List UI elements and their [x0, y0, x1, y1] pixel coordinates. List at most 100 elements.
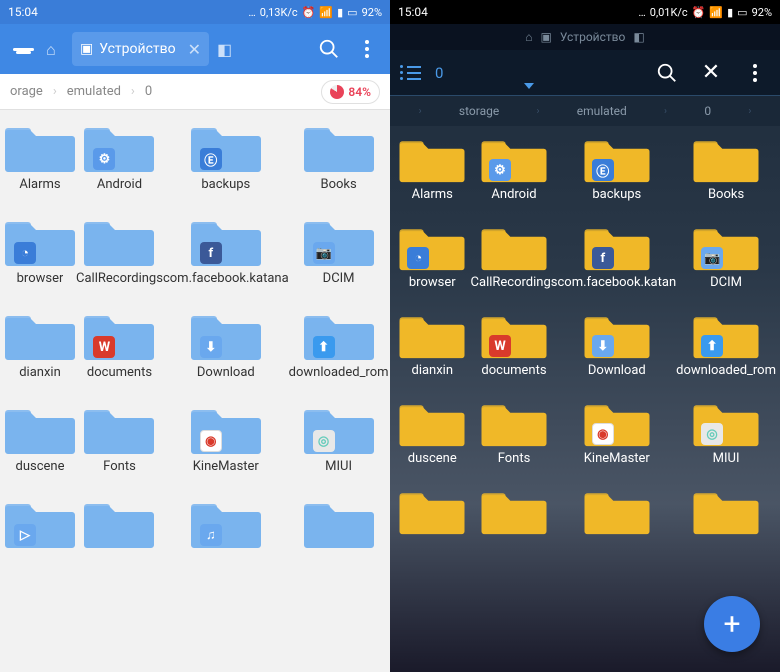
folder-label: com.facebook.katan: [557, 276, 676, 306]
menu-button[interactable]: [8, 34, 38, 64]
folder-item[interactable]: ⚙Android: [76, 118, 163, 208]
folder-item[interactable]: ⬇Download: [557, 308, 676, 394]
storage-badge[interactable]: 84%: [321, 80, 380, 104]
folder-item[interactable]: Alarms: [394, 132, 471, 218]
folder-icon: ⚙: [83, 118, 155, 174]
folder-item[interactable]: Books: [289, 118, 389, 208]
folder-item[interactable]: Fonts: [471, 396, 558, 482]
folder-item[interactable]: ◉KineMaster: [557, 396, 676, 482]
folder-item[interactable]: [471, 484, 558, 570]
folder-icon: ◉: [583, 396, 651, 448]
folder-item[interactable]: ◔browser: [4, 212, 76, 302]
cam-icon: 📷: [313, 242, 335, 264]
folder-label: CallRecordings: [471, 276, 558, 306]
folder-icon: [4, 118, 76, 174]
folder-icon: ◉: [190, 400, 262, 456]
folder-item[interactable]: Wdocuments: [471, 308, 558, 394]
folder-item[interactable]: Fonts: [76, 400, 163, 490]
overflow-button[interactable]: [740, 58, 770, 88]
tab-device[interactable]: ▣ Устройство ✕: [72, 32, 209, 66]
folder-item[interactable]: Ⓔbackups: [557, 132, 676, 218]
folder-icon: [303, 494, 375, 550]
folder-item[interactable]: duscene: [394, 396, 471, 482]
home-icon[interactable]: ⌂: [46, 40, 64, 58]
folder-item[interactable]: ⚙Android: [471, 132, 558, 218]
gear-icon: ⚙: [93, 148, 115, 170]
folder-icon: f: [190, 212, 262, 268]
folder-label: duscene: [16, 460, 65, 490]
overflow-button[interactable]: [352, 34, 382, 64]
folder-label: DCIM: [710, 276, 742, 306]
folder-item[interactable]: ⬆downloaded_rom: [289, 306, 389, 396]
folder-item[interactable]: Books: [676, 132, 776, 218]
folder-label: documents: [481, 364, 546, 394]
folder-label: Fonts: [103, 460, 136, 490]
home-icon[interactable]: ⌂: [525, 30, 532, 44]
folder-item[interactable]: [76, 494, 163, 584]
close-button[interactable]: ✕: [696, 58, 726, 88]
folder-icon: [4, 306, 76, 362]
folder-item[interactable]: ◉KineMaster: [163, 400, 289, 490]
status-battery: 92%: [752, 6, 772, 19]
folder-item[interactable]: [676, 484, 776, 570]
folder-item[interactable]: 📷DCIM: [676, 220, 776, 306]
add-fab[interactable]: +: [704, 596, 760, 652]
folder-icon: [4, 400, 76, 456]
folder-item[interactable]: fcom.facebook.katan: [557, 220, 676, 306]
folder-icon: ⬆: [692, 308, 760, 360]
path-label[interactable]: Устройство: [560, 30, 625, 44]
folder-label: dianxin: [411, 364, 453, 394]
folder-label: dianxin: [19, 366, 61, 396]
status-time: 15:04: [8, 5, 38, 19]
es-icon: Ⓔ: [592, 159, 614, 181]
bookmark-icon: ◧: [633, 30, 644, 44]
chevron-right-icon: ›: [530, 106, 545, 117]
crumb-2[interactable]: 0: [698, 104, 717, 118]
list-view-button[interactable]: [400, 65, 421, 80]
search-button[interactable]: [652, 58, 682, 88]
bookmark-icon[interactable]: ◧: [217, 40, 232, 59]
crumb-0[interactable]: orage: [0, 84, 53, 99]
folder-item[interactable]: dianxin: [4, 306, 76, 396]
folder-item[interactable]: Wdocuments: [76, 306, 163, 396]
folder-item[interactable]: ⬆downloaded_rom: [676, 308, 776, 394]
folder-item[interactable]: CallRecordings: [76, 212, 163, 302]
alarm-icon: ⏰: [302, 6, 316, 19]
folder-item[interactable]: dianxin: [394, 308, 471, 394]
tab-label: Устройство: [99, 41, 175, 57]
folder-icon: [303, 118, 375, 174]
crumb-1[interactable]: emulated: [571, 104, 633, 118]
folder-item[interactable]: [557, 484, 676, 570]
folder-item[interactable]: ◎MIUI: [289, 400, 389, 490]
music-icon: ♫: [200, 524, 222, 546]
crumb-2[interactable]: 0: [135, 84, 162, 99]
close-tab-icon[interactable]: ✕: [188, 40, 201, 59]
selection-count[interactable]: 0: [435, 64, 443, 82]
folder-item[interactable]: ⬇Download: [163, 306, 289, 396]
folder-item[interactable]: [289, 494, 389, 584]
folder-label: Android: [491, 188, 536, 218]
folder-item[interactable]: Alarms: [4, 118, 76, 208]
folder-icon: [83, 494, 155, 550]
folder-item[interactable]: duscene: [4, 400, 76, 490]
folder-item[interactable]: 📷DCIM: [289, 212, 389, 302]
folder-item[interactable]: [394, 484, 471, 570]
screen-light: 15:04 … 0,13K/c ⏰ 📶 ▮ ▭ 92% ⌂ ▣ Устройст…: [0, 0, 390, 672]
folder-item[interactable]: fcom.facebook.katana: [163, 212, 289, 302]
folder-label: Download: [588, 364, 646, 394]
status-bar: 15:04 … 0,01K/c ⏰ 📶 ▮ ▭ 92%: [390, 0, 780, 24]
search-button[interactable]: [314, 34, 344, 64]
status-battery: 92%: [362, 6, 382, 19]
folder-item[interactable]: ◔browser: [394, 220, 471, 306]
crumb-0[interactable]: storage: [453, 104, 505, 118]
folder-item[interactable]: CallRecordings: [471, 220, 558, 306]
folder-item[interactable]: Ⓔbackups: [163, 118, 289, 208]
folder-label: MIUI: [713, 452, 740, 482]
status-bar: 15:04 … 0,13K/c ⏰ 📶 ▮ ▭ 92%: [0, 0, 390, 24]
miui-icon: ◎: [701, 423, 723, 445]
folder-item[interactable]: ◎ MIUI: [676, 396, 776, 482]
folder-item[interactable]: ♫: [163, 494, 289, 584]
folder-icon: ◔: [398, 220, 466, 272]
folder-item[interactable]: ▷: [4, 494, 76, 584]
crumb-1[interactable]: emulated: [57, 84, 131, 99]
